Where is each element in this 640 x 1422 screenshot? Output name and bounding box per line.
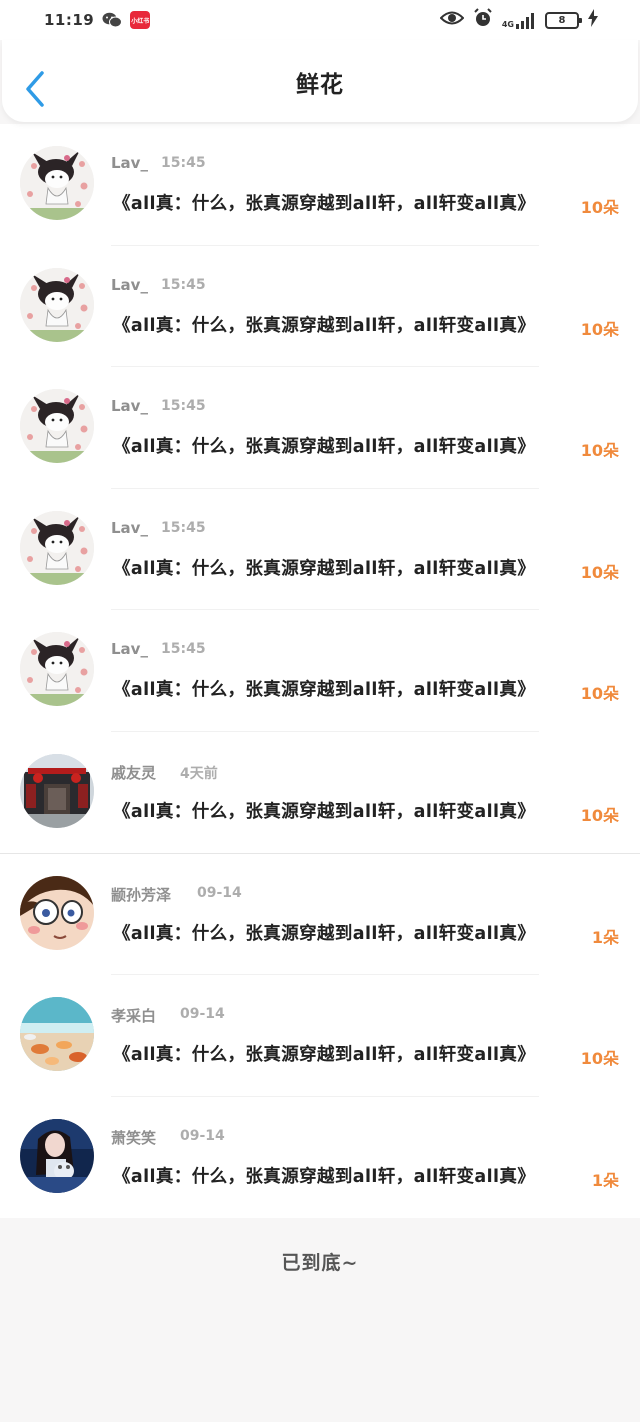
alarm-icon [473,8,493,32]
user-name[interactable]: 萧笑笑 [111,1127,156,1148]
status-left: 11:19 小红书 [44,11,151,29]
battery-icon: 8 [545,11,582,29]
book-title-text[interactable]: 《all真：什么，张真源穿越到all轩，all轩变all真》 [113,555,535,580]
cat-avatar[interactable] [20,389,94,464]
header: 鲜花 [2,40,638,122]
girl-photo-avatar[interactable] [20,1118,94,1193]
user-name[interactable]: Lav_ [111,519,148,537]
status-time: 11:19 [44,11,95,29]
network-label: 4G [501,20,514,29]
book-title-text[interactable]: 《all真：什么，张真源穿越到all轩，all轩变all真》 [113,1163,535,1188]
chevron-left-icon [26,71,44,107]
time-stamp: 15:45 [161,276,206,293]
time-stamp: 15:45 [161,155,206,171]
list-item[interactable]: 孝采白 09-14 《all真：什么，张真源穿越到all轩，all轩变all真》 10… [0,975,640,1097]
book-title-text[interactable]: 《all真：什么，张真源穿越到all轩，all轩变all真》 [113,920,535,945]
building-avatar[interactable] [20,753,94,828]
time-stamp: 15:45 [161,641,206,658]
user-name[interactable]: Lav_ [111,640,148,658]
flower-count: 1朵 [591,1170,619,1190]
user-name[interactable]: 孝采白 [111,1005,156,1026]
flower-count: 10朵 [580,441,619,461]
eye-icon [439,10,465,30]
page-title: 鲜花 [296,72,344,98]
beach-avatar[interactable] [20,997,94,1072]
end-of-list-text: 已到底~ [281,1252,359,1274]
status-bar: 11:19 小红书 4G 8 [0,0,640,40]
app-icon: 小红书 [130,11,151,29]
flower-count: 1朵 [591,927,619,947]
time-stamp: 09-14 [180,1006,225,1023]
battery-level: 8 [558,14,566,26]
list-item[interactable]: Lav_ 15:45 《all真：什么，张真源穿越到all轩，all轩变all真》 1… [0,124,640,246]
flower-count: 10朵 [580,1049,619,1069]
flower-count: 10朵 [580,198,619,217]
flower-count: 10朵 [580,562,619,582]
list-item[interactable]: Lav_ 15:45 《all真：什么，张真源穿越到all轩，all轩变all真》 1… [0,610,640,732]
book-title-text[interactable]: 《all真：什么，张真源穿越到all轩，all轩变all真》 [113,190,535,215]
charging-icon [588,9,598,31]
book-title-text[interactable]: 《all真：什么，张真源穿越到all轩，all轩变all真》 [113,312,535,337]
book-title-text[interactable]: 《all真：什么，张真源穿越到all轩，all轩变all真》 [113,433,535,458]
cat-avatar[interactable] [20,510,94,585]
time-stamp: 09-14 [180,1127,225,1144]
list-item[interactable]: 萧笑笑 09-14 《all真：什么，张真源穿越到all轩，all轩变all真》 1朵 [0,1097,640,1219]
status-right: 4G 8 [439,8,598,32]
time-stamp: 15:45 [161,519,206,536]
time-stamp: 4天前 [180,765,218,782]
list-item[interactable]: 颛孙芳泽 09-14 《all真：什么，张真源穿越到all轩，all轩变all真》 1… [0,854,640,976]
book-title-text[interactable]: 《all真：什么，张真源穿越到all轩，all轩变all真》 [113,1041,535,1066]
user-name[interactable]: 戚友灵 [111,762,156,783]
list-item[interactable]: 戚友灵 4天前《all真：什么，张真源穿越到all轩，all轩变all真》 10朵 [0,732,640,854]
list-item[interactable]: Lav_ 15:45 《all真：什么，张真源穿越到all轩，all轩变all真》 1… [0,246,640,368]
list-item[interactable]: Lav_ 15:45 《all真：什么，张真源穿越到all轩，all轩变all真》 1… [0,367,640,489]
flower-list: Lav_ 15:45 《all真：什么，张真源穿越到all轩，all轩变all真》 1… [0,124,640,1218]
cat-avatar[interactable] [20,267,94,342]
cartoon-boy-avatar[interactable] [20,875,94,950]
book-title-text[interactable]: 《all真：什么，张真源穿越到all轩，all轩变all真》 [113,798,535,823]
flower-count: 10朵 [580,805,619,825]
user-name[interactable]: 颛孙芳泽 [111,884,171,905]
time-stamp: 15:45 [161,398,206,415]
cat-avatar[interactable] [20,632,94,707]
network-indicator: 4G [502,11,536,29]
book-title-text[interactable]: 《all真：什么，张真源穿越到all轩，all轩变all真》 [113,676,535,701]
signal-icon [516,13,534,29]
flower-count: 10朵 [580,319,619,339]
user-name[interactable]: Lav_ [111,276,148,294]
user-name[interactable]: Lav_ [111,154,148,172]
back-button[interactable] [22,70,48,108]
flower-count: 10朵 [580,684,619,704]
time-stamp: 09-14 [197,884,242,901]
user-name[interactable]: Lav_ [111,397,148,415]
list-item[interactable]: Lav_ 15:45 《all真：什么，张真源穿越到all轩，all轩变all真》 1… [0,489,640,611]
cat-avatar[interactable] [20,146,94,220]
wechat-icon [102,12,123,28]
